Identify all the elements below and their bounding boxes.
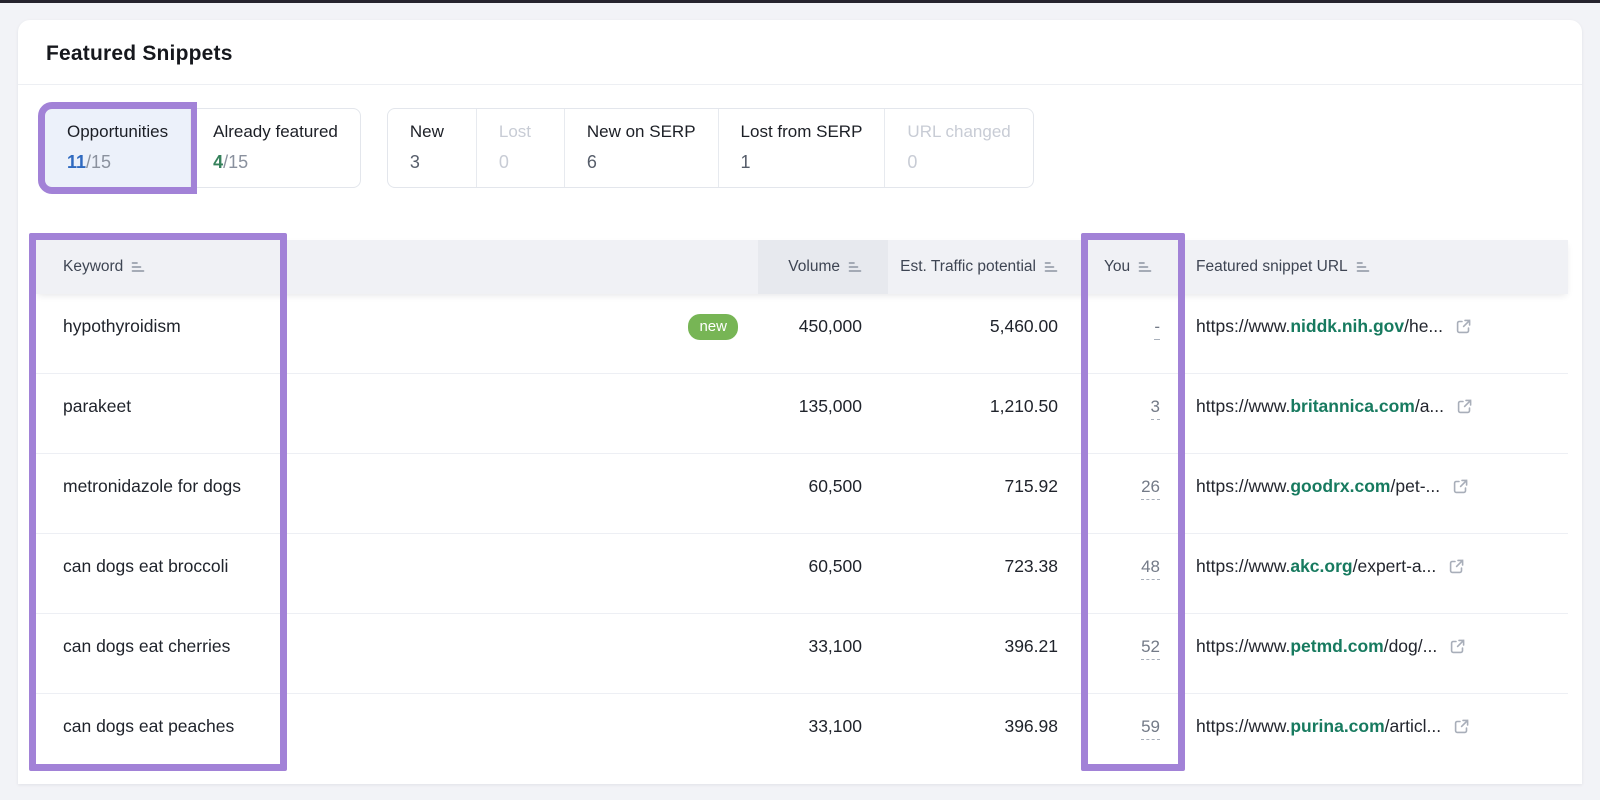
spacer-cell <box>280 614 758 693</box>
sort-icon[interactable] <box>1356 260 1370 274</box>
traffic-cell: 723.38 <box>1004 556 1058 576</box>
tab-already-featured-count: 4/15 <box>213 152 249 172</box>
snippet-url-link[interactable]: https://www.petmd.com/dog/... <box>1196 636 1437 657</box>
volume-cell: 33,100 <box>808 716 862 736</box>
keywords-table: Keyword Volume Est. Traffic potential Yo… <box>29 233 1568 774</box>
your-position-value[interactable]: 52 <box>1141 637 1160 660</box>
sort-icon[interactable] <box>1044 260 1058 274</box>
spacer-cell <box>280 374 758 453</box>
you-cell: 3 <box>1088 374 1178 453</box>
snippet-url-link[interactable]: https://www.akc.org/expert-a... <box>1196 556 1436 577</box>
url-cell: https://www.akc.org/expert-a... <box>1178 534 1568 613</box>
snippet-url-link[interactable]: https://www.britannica.com/a... <box>1196 396 1444 417</box>
header-volume[interactable]: Volume <box>758 240 888 294</box>
tab-already-featured-label: Already featured <box>213 122 338 141</box>
filter-new[interactable]: New 3 <box>388 109 476 187</box>
url-cell: https://www.goodrx.com/pet-... <box>1178 454 1568 533</box>
snippet-tabs-group: Opportunities 11/15 Already featured 4/1… <box>37 102 361 194</box>
spacer-cell: new <box>280 294 758 373</box>
table-row: metronidazole for dogs 60,500 715.92 26 … <box>36 454 1568 534</box>
you-cell: 48 <box>1088 534 1178 613</box>
filter-lost[interactable]: Lost 0 <box>475 109 564 187</box>
header-spacer <box>280 240 758 294</box>
featured-snippets-panel: Featured Snippets Opportunities 11/15 Al… <box>18 20 1582 784</box>
external-link-icon[interactable] <box>1449 638 1466 660</box>
keyword-cell: metronidazole for dogs <box>63 476 242 496</box>
window-top-edge <box>0 0 1600 3</box>
filter-lost-from-serp[interactable]: Lost from SERP 1 <box>717 109 885 187</box>
panel-header: Featured Snippets <box>18 20 1582 85</box>
snippet-url-link[interactable]: https://www.purina.com/articl... <box>1196 716 1441 737</box>
filter-new-on-serp[interactable]: New on SERP 6 <box>563 109 718 187</box>
status-filter-group: New 3 Lost 0 New on SERP 6 Lost from SER… <box>386 108 1034 188</box>
traffic-cell: 715.92 <box>1004 476 1058 496</box>
you-cell: 52 <box>1088 614 1178 693</box>
traffic-cell: 5,460.00 <box>989 316 1058 336</box>
table-row: parakeet 135,000 1,210.50 3 https://www.… <box>36 374 1568 454</box>
url-cell: https://www.purina.com/articl... <box>1178 694 1568 774</box>
your-position-value[interactable]: 26 <box>1141 477 1160 500</box>
sort-icon[interactable] <box>848 260 862 274</box>
page-title: Featured Snippets <box>46 42 233 65</box>
sort-icon[interactable] <box>1138 260 1152 274</box>
spacer-cell <box>280 454 758 533</box>
header-est-traffic-potential[interactable]: Est. Traffic potential <box>888 240 1088 294</box>
header-keyword[interactable]: Keyword <box>36 240 280 294</box>
external-link-icon[interactable] <box>1455 318 1472 340</box>
you-cell: 59 <box>1088 694 1178 774</box>
you-cell: 26 <box>1088 454 1178 533</box>
keyword-cell: can dogs eat peaches <box>63 716 235 736</box>
filter-url-changed[interactable]: URL changed 0 <box>884 109 1032 187</box>
your-position-value[interactable]: 48 <box>1141 557 1160 580</box>
traffic-cell: 396.98 <box>1004 716 1058 736</box>
you-cell: - <box>1088 294 1178 373</box>
url-cell: https://www.niddk.nih.gov/he... <box>1178 294 1568 373</box>
your-position-value[interactable]: 3 <box>1150 397 1160 420</box>
spacer-cell <box>280 694 758 774</box>
snippet-url-link[interactable]: https://www.goodrx.com/pet-... <box>1196 476 1440 497</box>
your-position-value[interactable]: 59 <box>1141 717 1160 740</box>
tab-opportunities-label: Opportunities <box>67 122 169 141</box>
spacer-cell <box>280 534 758 613</box>
keyword-cell: can dogs eat broccoli <box>63 556 229 576</box>
volume-cell: 33,100 <box>808 636 862 656</box>
new-badge: new <box>688 314 738 340</box>
external-link-icon[interactable] <box>1456 398 1473 420</box>
table-row: can dogs eat broccoli 60,500 723.38 48 h… <box>36 534 1568 614</box>
volume-cell: 60,500 <box>808 476 862 496</box>
table-header-row: Keyword Volume Est. Traffic potential Yo… <box>36 240 1568 294</box>
your-position-value[interactable]: - <box>1154 317 1160 340</box>
keyword-cell: hypothyroidism <box>63 316 181 336</box>
external-link-icon[interactable] <box>1452 478 1469 500</box>
volume-cell: 450,000 <box>798 316 862 336</box>
keyword-cell: can dogs eat cherries <box>63 636 231 656</box>
table-row: can dogs eat cherries 33,100 396.21 52 h… <box>36 614 1568 694</box>
keyword-cell: parakeet <box>63 396 132 416</box>
header-you[interactable]: You <box>1088 240 1178 294</box>
controls-row: Opportunities 11/15 Already featured 4/1… <box>18 85 1582 214</box>
traffic-cell: 396.21 <box>1004 636 1058 656</box>
tab-opportunities[interactable]: Opportunities 11/15 <box>37 102 198 194</box>
header-featured-snippet-url[interactable]: Featured snippet URL <box>1178 240 1568 294</box>
tab-opportunities-count: 11/15 <box>67 152 112 172</box>
table-row: hypothyroidism new 450,000 5,460.00 - ht… <box>36 294 1568 374</box>
url-cell: https://www.petmd.com/dog/... <box>1178 614 1568 693</box>
url-cell: https://www.britannica.com/a... <box>1178 374 1568 453</box>
sort-icon[interactable] <box>131 260 145 274</box>
volume-cell: 135,000 <box>798 396 862 416</box>
table-row: can dogs eat peaches 33,100 396.98 59 ht… <box>36 694 1568 774</box>
traffic-cell: 1,210.50 <box>989 396 1058 416</box>
volume-cell: 60,500 <box>808 556 862 576</box>
external-link-icon[interactable] <box>1448 558 1465 580</box>
external-link-icon[interactable] <box>1453 718 1470 740</box>
tab-already-featured[interactable]: Already featured 4/15 <box>190 109 360 187</box>
snippet-url-link[interactable]: https://www.niddk.nih.gov/he... <box>1196 316 1443 337</box>
